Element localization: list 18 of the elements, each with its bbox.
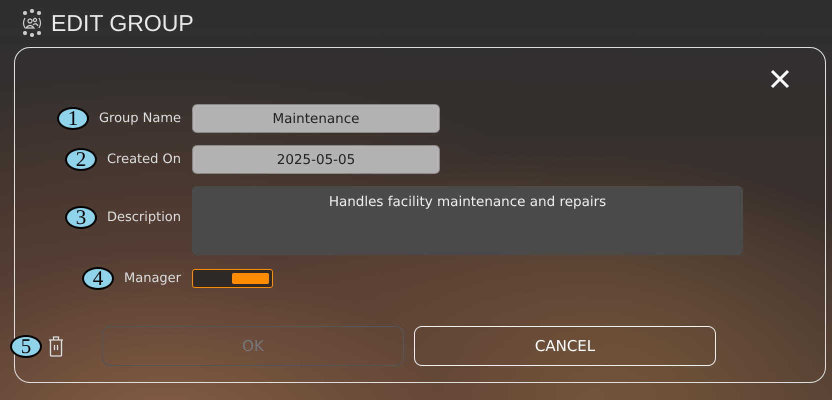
cancel-button[interactable]: CANCEL <box>414 326 716 366</box>
close-icon[interactable] <box>770 69 790 89</box>
number-badge: 5 <box>10 334 42 358</box>
field-label: Group Name <box>98 111 181 126</box>
text-area[interactable]: Handles facility maintenance and repairs <box>192 186 743 255</box>
number-badge: 3 <box>64 206 97 229</box>
field-label: Description <box>106 210 181 225</box>
field-label: Created On <box>106 152 181 167</box>
toggle-switch[interactable] <box>192 269 273 288</box>
dialog-title: EDIT GROUP <box>51 10 194 36</box>
number-badge: 2 <box>64 148 97 171</box>
input-field[interactable]: 2025-05-05 <box>192 145 440 174</box>
field-label: Manager <box>124 271 181 286</box>
trash-icon[interactable] <box>48 335 64 357</box>
number-badge: 1 <box>56 107 89 130</box>
input-field[interactable]: Maintenance <box>192 104 440 133</box>
number-badge: 4 <box>82 267 114 290</box>
group-icon <box>21 9 43 37</box>
